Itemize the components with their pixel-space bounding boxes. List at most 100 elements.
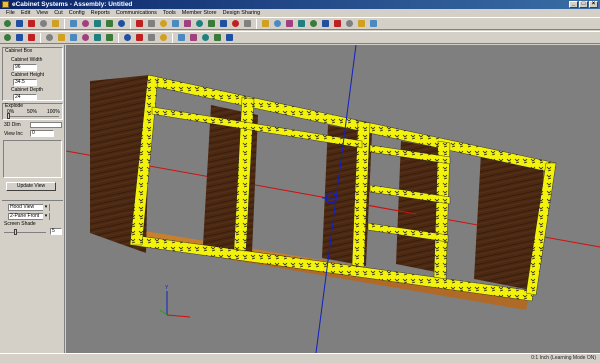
paint-button[interactable]	[122, 33, 133, 43]
refresh-button[interactable]	[50, 19, 61, 29]
rotate-icon	[136, 34, 143, 41]
tool1-button[interactable]	[134, 19, 145, 29]
lock-icon	[214, 34, 221, 41]
door-button[interactable]	[68, 33, 79, 43]
shade-value-field[interactable]: 5	[50, 228, 62, 235]
tool18-icon	[346, 20, 353, 27]
select-button[interactable]	[2, 33, 13, 43]
tool7-button[interactable]	[206, 19, 217, 29]
tool19-button[interactable]	[356, 19, 367, 29]
dim-field[interactable]	[30, 122, 62, 128]
tool10-button[interactable]	[242, 19, 253, 29]
rotate-button[interactable]	[134, 33, 145, 43]
cabinet-depth-field[interactable]: 24	[13, 94, 37, 101]
tool12-button[interactable]	[272, 19, 283, 29]
tool3-button[interactable]	[158, 19, 169, 29]
tool18-button[interactable]	[344, 19, 355, 29]
menu-cut[interactable]: Cut	[51, 9, 66, 17]
tool2-button[interactable]	[146, 19, 157, 29]
tool4-icon	[172, 20, 179, 27]
toolbar-separator	[172, 32, 173, 43]
lock-button[interactable]	[212, 33, 223, 43]
tool9-button[interactable]	[230, 19, 241, 29]
tool15-button[interactable]	[308, 19, 319, 29]
window-title: eCabinet Systems - Assembly: Untitled	[12, 1, 133, 8]
left-panel: Cabinet Box Cabinet Width 96 Cabinet Hei…	[0, 45, 65, 353]
view-inc-field[interactable]: 0	[30, 130, 54, 137]
print-button[interactable]	[26, 33, 37, 43]
open-button[interactable]	[80, 19, 91, 29]
status-message: 0:1 Inch (Learning Mode ON)	[531, 355, 596, 361]
tool16-button[interactable]	[320, 19, 331, 29]
maximize-button[interactable]: □	[579, 1, 588, 8]
measure-button[interactable]	[158, 33, 169, 43]
pencil-button[interactable]	[146, 33, 157, 43]
layer-button[interactable]	[224, 33, 235, 43]
view-select[interactable]: Hood View	[8, 204, 50, 211]
grid-icon	[46, 34, 53, 41]
menu-communications[interactable]: Communications	[113, 9, 160, 17]
tool4-button[interactable]	[170, 19, 181, 29]
stop-button[interactable]	[26, 19, 37, 29]
cabinet-height-field[interactable]: 34.5	[13, 79, 37, 86]
tool20-icon	[370, 20, 377, 27]
menu-file[interactable]: File	[3, 9, 18, 17]
undo-button[interactable]	[104, 19, 115, 29]
cabinet-width-field[interactable]: 96	[13, 64, 37, 71]
tool12-icon	[274, 20, 281, 27]
status-bar: 0:1 Inch (Learning Mode ON)	[0, 353, 600, 363]
grid-button[interactable]	[44, 33, 55, 43]
part-button[interactable]	[56, 33, 67, 43]
pencil-icon	[148, 34, 155, 41]
tool17-button[interactable]	[332, 19, 343, 29]
box-button[interactable]	[104, 33, 115, 43]
toolbar-separator	[130, 18, 131, 29]
menu-design-sharing[interactable]: Design Sharing	[220, 9, 264, 17]
dim-button[interactable]	[176, 33, 187, 43]
minimize-button[interactable]: _	[569, 1, 578, 8]
camera-button[interactable]	[14, 33, 25, 43]
back-button[interactable]	[2, 19, 13, 29]
render-select[interactable]: 2-Pane Front	[8, 213, 50, 220]
drawer-button[interactable]	[80, 33, 91, 43]
update-view-button[interactable]: Update View	[6, 182, 56, 191]
forward-button[interactable]	[14, 19, 25, 29]
save-button[interactable]	[92, 19, 103, 29]
tool13-button[interactable]	[284, 19, 295, 29]
tool5-button[interactable]	[182, 19, 193, 29]
view-inc-label: View Inc	[4, 131, 23, 137]
menu-member-store[interactable]: Member Store	[179, 9, 220, 17]
explode-tick-50: 50%	[27, 109, 38, 115]
tool20-button[interactable]	[368, 19, 379, 29]
menu-edit[interactable]: Edit	[18, 9, 33, 17]
tool10-icon	[244, 20, 251, 27]
explode-slider-track[interactable]	[7, 116, 59, 117]
zoom-button[interactable]	[116, 19, 127, 29]
menu-reports[interactable]: Reports	[88, 9, 113, 17]
screen-shade-label: Screen Shade	[4, 221, 36, 227]
cabinet-model: Y	[66, 45, 600, 353]
shade-slider-track[interactable]	[4, 232, 46, 233]
tool6-button[interactable]	[194, 19, 205, 29]
menu-view[interactable]: View	[33, 9, 51, 17]
tool14-icon	[298, 20, 305, 27]
close-button[interactable]: ×	[589, 1, 598, 8]
menu-tools[interactable]: Tools	[160, 9, 179, 17]
tool11-button[interactable]	[260, 19, 271, 29]
flip-button[interactable]	[188, 33, 199, 43]
layer-icon	[226, 34, 233, 41]
shade-slider-thumb[interactable]	[14, 229, 17, 235]
tool14-button[interactable]	[296, 19, 307, 29]
3d-viewport[interactable]: Y	[66, 45, 600, 353]
explode-slider-thumb[interactable]	[7, 113, 10, 119]
delete-button[interactable]	[200, 33, 211, 43]
title-bar: eCabinet Systems - Assembly: Untitled _ …	[0, 0, 600, 9]
toolbar-separator	[118, 32, 119, 43]
edit-toolbar	[0, 31, 600, 44]
home-button[interactable]	[38, 19, 49, 29]
tool1-icon	[136, 20, 143, 27]
new-button[interactable]	[68, 19, 79, 29]
face-button[interactable]	[92, 33, 103, 43]
tool8-button[interactable]	[218, 19, 229, 29]
menu-config[interactable]: Config	[66, 9, 88, 17]
